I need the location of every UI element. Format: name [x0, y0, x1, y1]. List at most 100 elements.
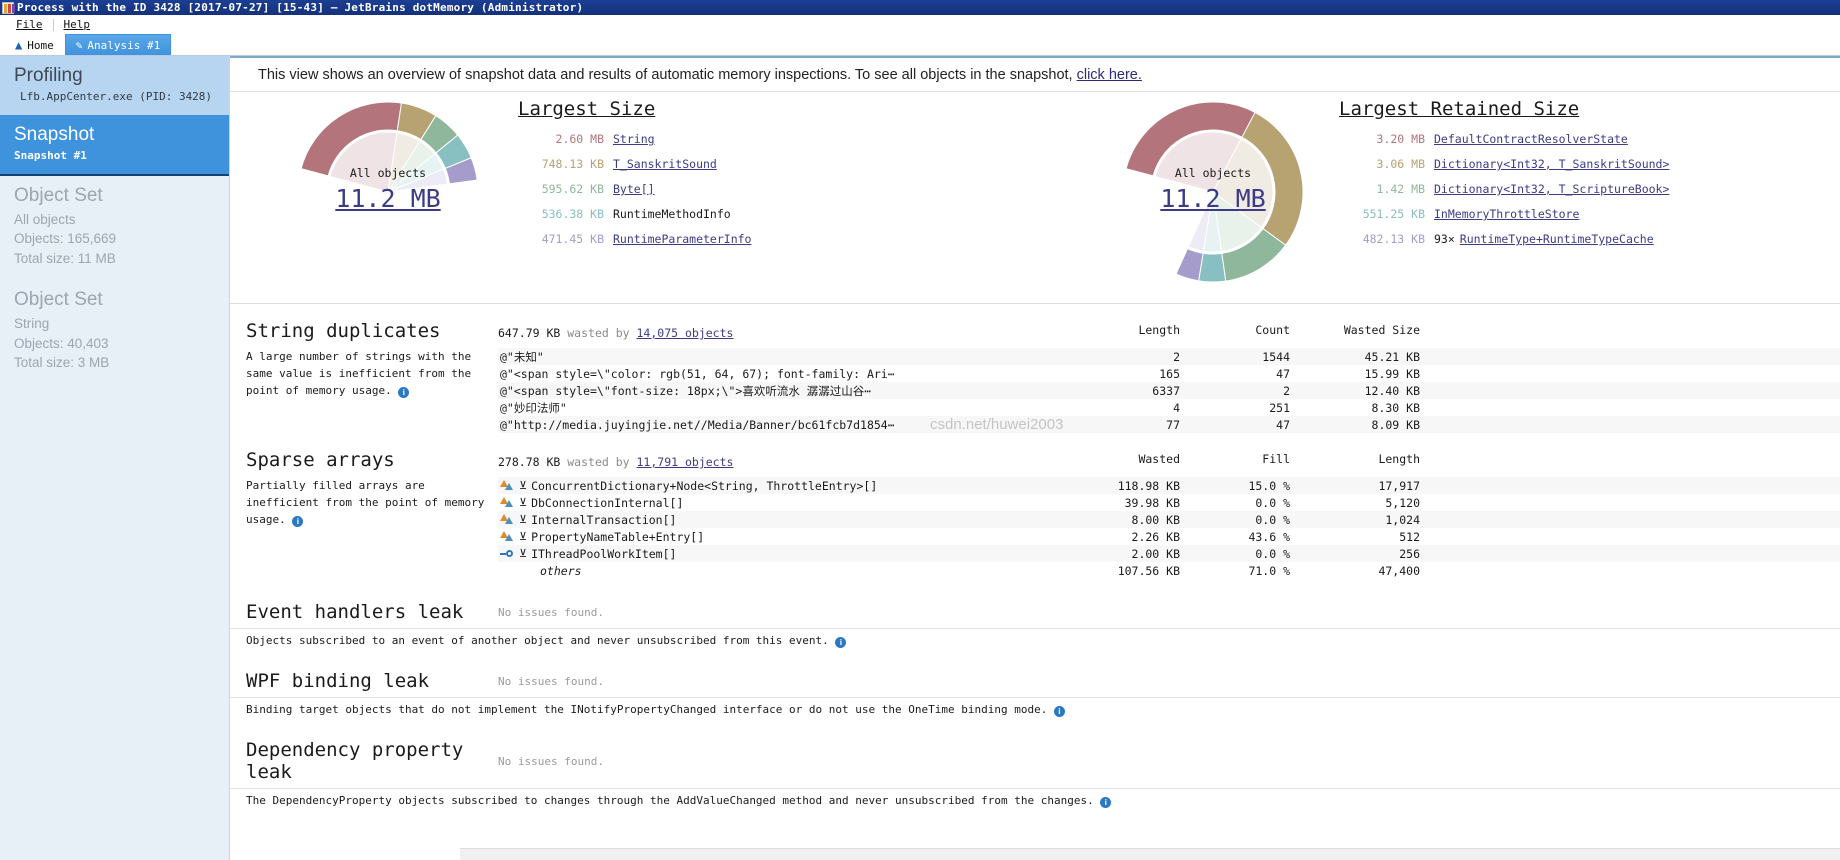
table-row[interactable]: ⊻ InternalTransaction[] 8.00 KB 0.0 % 1,…: [498, 511, 1840, 528]
info-icon[interactable]: i: [292, 516, 304, 528]
item-name[interactable]: RuntimeType+RuntimeTypeCache: [1460, 232, 1654, 246]
table-row-others[interactable]: others 107.56 KB 71.0 % 47,400: [498, 562, 1840, 579]
list-item[interactable]: 1.42 MB Dictionary<Int32, T_ScriptureBoo…: [1339, 182, 1670, 196]
table-row[interactable]: @"<span style=\"font-size: 18px;\">喜欢听流水…: [498, 382, 1840, 399]
row-fill: 0.0 %: [1255, 495, 1290, 510]
menu-item-help[interactable]: Help: [56, 18, 99, 31]
item-name[interactable]: Dictionary<Int32, T_SanskritSound>: [1434, 157, 1669, 171]
row-length: 6337: [1152, 383, 1180, 398]
row-length: 512: [1399, 529, 1420, 544]
table-row[interactable]: @"http://media.juyingjie.net//Media/Bann…: [498, 416, 1840, 433]
horizontal-scrollbar[interactable]: [460, 848, 1840, 860]
item-size: 3.20 MB: [1376, 132, 1425, 146]
snapshot-title: Snapshot: [14, 123, 95, 145]
click-here-link[interactable]: click here.: [1077, 67, 1142, 83]
row-wasted: 8.00 KB: [1131, 512, 1180, 527]
summary-objects-link[interactable]: 11,791 objects: [637, 455, 734, 469]
row-length: 165: [1159, 366, 1180, 381]
item-name[interactable]: RuntimeMethodInfo: [613, 207, 731, 221]
table-row[interactable]: ⊻ DbConnectionInternal[] 39.98 KB 0.0 % …: [498, 494, 1840, 511]
row-type-name: DbConnectionInternal[]: [531, 495, 684, 510]
row-count: 1544: [1262, 349, 1290, 364]
menu-item-file[interactable]: File: [8, 18, 51, 31]
sparse-arrays-rows: ⊻ ConcurrentDictionary+Node<String, Thro…: [498, 477, 1840, 579]
list-item[interactable]: 595.62 KB Byte[]: [518, 182, 751, 196]
list-item[interactable]: 551.25 KB InMemoryThrottleStore: [1339, 207, 1669, 221]
table-row[interactable]: @"未知" 2 1544 45.21 KB: [498, 348, 1840, 365]
section-title: Dependency property leak: [246, 739, 464, 783]
table-row[interactable]: @"妙印法师" 4 251 8.30 KB: [498, 399, 1840, 416]
item-name[interactable]: InMemoryThrottleStore: [1434, 207, 1579, 221]
array-marker-icon: ⊻: [519, 547, 528, 560]
item-multiplier: 93×: [1434, 232, 1455, 246]
largest-retained-size-donut[interactable]: All objects 11.2 MB: [1113, 92, 1313, 292]
tab-analysis-1[interactable]: ✎ Analysis #1: [64, 34, 172, 55]
array-marker-icon: ⊻: [519, 513, 528, 526]
section-header: Sparse arrays 278.78 KB wasted by 11,791…: [230, 449, 1840, 471]
row-wasted-size: 8.30 KB: [1371, 400, 1420, 415]
tab-home[interactable]: ▲ Home: [4, 34, 65, 55]
sidebar-item-snapshot[interactable]: Snapshot Snapshot #1: [0, 114, 229, 176]
string-duplicates-rows: @"未知" 2 1544 45.21 KB @"<span style=\"co…: [498, 348, 1840, 433]
item-name[interactable]: Dictionary<Int32, T_ScriptureBook>: [1434, 182, 1669, 196]
main-pane: This view shows an overview of snapshot …: [230, 56, 1840, 860]
row-type-name: others: [540, 563, 582, 578]
item-name[interactable]: DefaultContractResolverState: [1434, 132, 1628, 146]
item-name[interactable]: T_SanskritSound: [613, 157, 717, 171]
item-name[interactable]: String: [613, 132, 655, 146]
chart-largest-size: All objects 11.2 MB Largest Size 2.60 MB…: [230, 92, 1035, 303]
section-event-handlers-leak: Event handlers leak No issues found. Obj…: [230, 601, 1840, 648]
table-row[interactable]: ⊻ PropertyNameTable+Entry[] 2.26 KB 43.6…: [498, 528, 1840, 545]
summary-size: 647.79 KB: [498, 326, 561, 340]
largest-size-donut[interactable]: All objects 11.2 MB: [288, 92, 488, 292]
info-icon[interactable]: i: [835, 637, 847, 648]
list-item[interactable]: 482.13 KB 93× RuntimeType+RuntimeTypeCac…: [1339, 232, 1669, 246]
sidebar-item-object-set-all[interactable]: Object Set All objects Objects: 165,669 …: [0, 175, 229, 281]
item-name[interactable]: RuntimeParameterInfo: [613, 232, 751, 246]
sidebar-item-profiling[interactable]: Profiling Lfb.AppCenter.exe (PID: 3428): [0, 56, 229, 115]
row-wasted-size: 12.40 KB: [1364, 383, 1420, 398]
item-size: 551.25 KB: [1362, 207, 1425, 221]
item-name[interactable]: Byte[]: [613, 182, 655, 196]
row-length: 2: [1173, 349, 1180, 364]
table-row[interactable]: ⊻ ConcurrentDictionary+Node<String, Thro…: [498, 477, 1840, 494]
row-wasted-size: 45.21 KB: [1364, 349, 1420, 364]
column-header: Count: [1255, 323, 1290, 337]
section-summary: 278.78 KB wasted by 11,791 objects: [498, 455, 746, 469]
section-description: Partially filled arrays are inefficient …: [230, 477, 498, 579]
item-size: 748.13 KB: [541, 157, 604, 171]
info-icon[interactable]: i: [398, 387, 410, 399]
interface-type-icon: [500, 548, 515, 560]
item-size: 595.62 KB: [541, 182, 604, 196]
column-header: Wasted: [1138, 452, 1180, 466]
list-item[interactable]: 536.38 KB RuntimeMethodInfo: [518, 207, 751, 221]
sidebar-item-object-set-string[interactable]: Object Set String Objects: 40,403 Total …: [0, 280, 229, 385]
info-icon[interactable]: i: [1100, 797, 1112, 808]
list-item[interactable]: 748.13 KB T_SanskritSound: [518, 157, 751, 171]
object-set-objects: Objects: 165,669: [14, 231, 117, 247]
list-item[interactable]: 471.45 KB RuntimeParameterInfo: [518, 232, 752, 246]
profiling-title: Profiling: [14, 65, 83, 86]
dotmemory-logo-icon: [2, 1, 14, 14]
item-size: 1.42 MB: [1376, 182, 1425, 196]
summary-objects-link[interactable]: 14,075 objects: [637, 326, 734, 340]
list-item[interactable]: 3.20 MB DefaultContractResolverState: [1339, 132, 1669, 146]
table-row[interactable]: ⊻ IThreadPoolWorkItem[] 2.00 KB 0.0 % 25…: [498, 545, 1840, 562]
list-item[interactable]: 2.60 MB String: [518, 132, 751, 146]
item-size: 482.13 KB: [1362, 232, 1425, 246]
section-header: Dependency property leak No issues found…: [230, 739, 1840, 783]
row-wasted-size: 8.09 KB: [1371, 417, 1420, 432]
snapshot-name: Snapshot #1: [14, 148, 87, 162]
row-length: 4: [1173, 400, 1180, 415]
info-icon[interactable]: i: [1053, 706, 1065, 717]
list-item[interactable]: 3.06 MB Dictionary<Int32, T_SanskritSoun…: [1339, 157, 1670, 171]
item-size: 471.45 KB: [541, 232, 604, 246]
tab-strip: ▲ Home ✎ Analysis #1: [0, 34, 1840, 56]
section-body: A large number of strings with the same …: [230, 348, 1840, 433]
column-header: Length: [1138, 323, 1180, 337]
section-body: Partially filled arrays are inefficient …: [230, 477, 1840, 579]
table-row[interactable]: @"<span style=\"color: rgb(51, 64, 67); …: [498, 365, 1840, 382]
summary-size: 278.78 KB: [498, 455, 561, 469]
column-header: Length: [1378, 452, 1420, 466]
title-bar: Process with the ID 3428 [2017-07-27] [1…: [0, 0, 1840, 15]
